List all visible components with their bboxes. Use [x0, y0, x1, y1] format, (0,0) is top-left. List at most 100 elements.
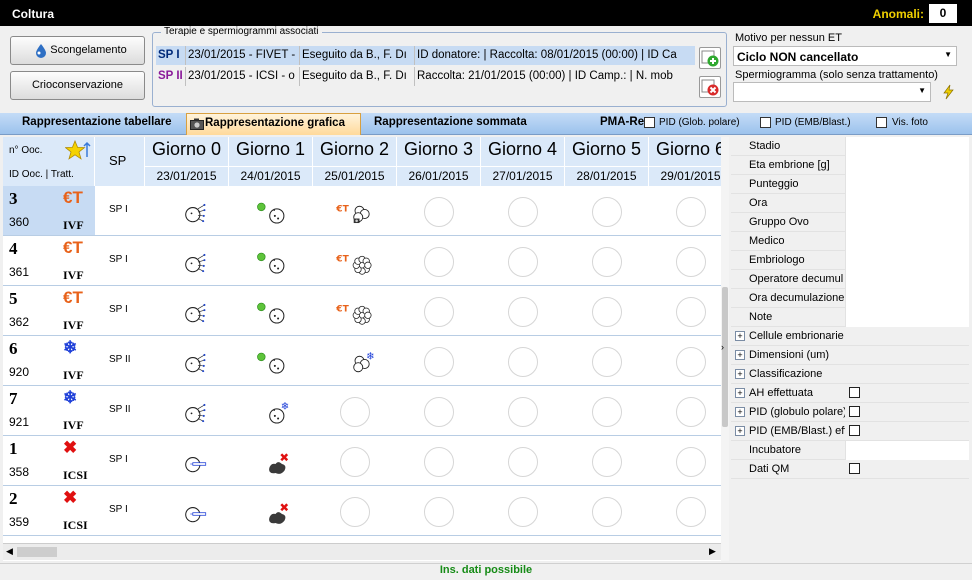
- scongelamento-button[interactable]: Scongelamento: [10, 36, 145, 65]
- property-row[interactable]: Dati QM: [731, 460, 969, 479]
- property-value-field[interactable]: [845, 251, 969, 270]
- ivf-fertilization-icon[interactable]: [167, 394, 206, 430]
- star-sort-icon[interactable]: [65, 140, 91, 162]
- property-row[interactable]: Ora decumulazione: [731, 289, 969, 308]
- collapse-arrow-icon[interactable]: ›: [721, 342, 724, 352]
- empty-stage-placeholder[interactable]: [424, 447, 454, 477]
- property-row[interactable]: Ora: [731, 194, 969, 213]
- property-checkbox[interactable]: [849, 387, 860, 398]
- vertical-scrollbar[interactable]: ›: [721, 137, 729, 561]
- ivf-fertilization-icon[interactable]: [167, 244, 206, 280]
- property-row[interactable]: + AH effettuata: [731, 384, 969, 403]
- zygote-icon[interactable]: [251, 244, 289, 280]
- property-value-field[interactable]: [845, 213, 969, 232]
- cleavage-embryo-icon[interactable]: ❄: [335, 344, 375, 380]
- empty-stage-placeholder[interactable]: [676, 397, 706, 427]
- empty-stage-placeholder[interactable]: [508, 447, 538, 477]
- empty-stage-placeholder[interactable]: [508, 197, 538, 227]
- empty-stage-placeholder[interactable]: [676, 247, 706, 277]
- oocyte-row[interactable]: 1 358 ICSI ✖ SP I ✖: [3, 436, 723, 486]
- property-row[interactable]: Medico: [731, 232, 969, 251]
- property-row[interactable]: Eta embrione [g]: [731, 156, 969, 175]
- empty-stage-placeholder[interactable]: [508, 247, 538, 277]
- property-value-field[interactable]: [845, 156, 969, 175]
- ivf-fertilization-icon[interactable]: [167, 194, 206, 230]
- degenerated-icon[interactable]: ✖: [251, 444, 289, 480]
- property-value-field[interactable]: [845, 289, 969, 308]
- expand-icon[interactable]: +: [735, 388, 745, 398]
- empty-stage-placeholder[interactable]: [676, 297, 706, 327]
- property-row[interactable]: + Classificazione: [731, 365, 969, 384]
- empty-stage-placeholder[interactable]: [424, 497, 454, 527]
- empty-stage-placeholder[interactable]: [424, 197, 454, 227]
- vertical-scroll-thumb[interactable]: [722, 287, 728, 427]
- icsi-injection-icon[interactable]: [167, 444, 207, 480]
- property-value-field[interactable]: [845, 137, 969, 156]
- empty-stage-placeholder[interactable]: [676, 347, 706, 377]
- property-checkbox[interactable]: [849, 406, 860, 417]
- property-value-field[interactable]: [845, 441, 969, 460]
- empty-stage-placeholder[interactable]: [592, 447, 622, 477]
- property-checkbox[interactable]: [849, 463, 860, 474]
- property-row[interactable]: + PID (globulo polare): [731, 403, 969, 422]
- empty-stage-placeholder[interactable]: [508, 497, 538, 527]
- assoc-row[interactable]: SP I 23/01/2015 - FIVET - Eseguito da B.…: [156, 46, 695, 65]
- empty-stage-placeholder[interactable]: [508, 297, 538, 327]
- oocyte-row[interactable]: 3 360 IVF €T SP I €T: [3, 186, 723, 236]
- property-row[interactable]: Gruppo Ovo: [731, 213, 969, 232]
- horizontal-scroll-thumb[interactable]: [17, 547, 57, 557]
- property-row[interactable]: Incubatore: [731, 441, 969, 460]
- tab-sommata[interactable]: Rappresentazione sommata: [374, 116, 527, 128]
- empty-stage-placeholder[interactable]: [340, 447, 370, 477]
- oocyte-row[interactable]: 2 359 ICSI ✖ SP I ✖: [3, 486, 723, 536]
- scroll-right-icon[interactable]: ▶: [709, 546, 716, 557]
- empty-stage-placeholder[interactable]: [424, 297, 454, 327]
- property-row[interactable]: Operatore decumul: [731, 270, 969, 289]
- anomali-count[interactable]: 0: [929, 4, 957, 23]
- crioconservazione-button[interactable]: Crioconservazione: [10, 71, 145, 100]
- motivo-select[interactable]: Ciclo NON cancellato ▼: [733, 46, 957, 66]
- remove-association-button[interactable]: [699, 76, 721, 98]
- tab-tabellare[interactable]: Rappresentazione tabellare: [22, 116, 172, 128]
- property-checkbox[interactable]: [849, 425, 860, 436]
- morula-icon[interactable]: €T: [335, 244, 373, 280]
- lightning-icon[interactable]: [940, 84, 956, 100]
- property-value-field[interactable]: [845, 175, 969, 194]
- property-row[interactable]: + Dimensioni (um): [731, 346, 969, 365]
- empty-stage-placeholder[interactable]: [592, 347, 622, 377]
- empty-stage-placeholder[interactable]: [424, 247, 454, 277]
- vis-foto-checkbox[interactable]: [876, 117, 887, 128]
- property-value-field[interactable]: [845, 232, 969, 251]
- empty-stage-placeholder[interactable]: [592, 397, 622, 427]
- zygote-icon[interactable]: [251, 194, 289, 230]
- expand-icon[interactable]: +: [735, 369, 745, 379]
- empty-stage-placeholder[interactable]: [676, 197, 706, 227]
- ivf-fertilization-icon[interactable]: [167, 294, 206, 330]
- empty-stage-placeholder[interactable]: [424, 347, 454, 377]
- empty-stage-placeholder[interactable]: [508, 397, 538, 427]
- expand-icon[interactable]: +: [735, 407, 745, 417]
- oocyte-row[interactable]: 6 920 IVF ❄ SP II ❄: [3, 336, 723, 386]
- add-association-button[interactable]: [699, 47, 721, 69]
- empty-stage-placeholder[interactable]: [592, 197, 622, 227]
- empty-stage-placeholder[interactable]: [424, 397, 454, 427]
- property-row[interactable]: Punteggio: [731, 175, 969, 194]
- tab-pma[interactable]: PMA-Re: [600, 116, 644, 128]
- property-row[interactable]: Embriologo: [731, 251, 969, 270]
- property-value-field[interactable]: [845, 194, 969, 213]
- property-value-field[interactable]: [845, 270, 969, 289]
- empty-stage-placeholder[interactable]: [592, 297, 622, 327]
- property-row[interactable]: Stadio: [731, 137, 969, 156]
- expand-icon[interactable]: +: [735, 350, 745, 360]
- cleavage-embryo-icon[interactable]: €T: [335, 194, 373, 230]
- property-value-field[interactable]: [845, 308, 969, 327]
- empty-stage-placeholder[interactable]: [340, 497, 370, 527]
- empty-stage-placeholder[interactable]: [676, 447, 706, 477]
- morula-icon[interactable]: €T: [335, 294, 373, 330]
- spermiogramma-select[interactable]: ▼: [733, 82, 931, 102]
- oocyte-row[interactable]: 7 921 IVF ❄ SP II ❄: [3, 386, 723, 436]
- zygote-icon[interactable]: [251, 294, 289, 330]
- property-row[interactable]: Note: [731, 308, 969, 327]
- expand-icon[interactable]: +: [735, 331, 745, 341]
- empty-stage-placeholder[interactable]: [508, 347, 538, 377]
